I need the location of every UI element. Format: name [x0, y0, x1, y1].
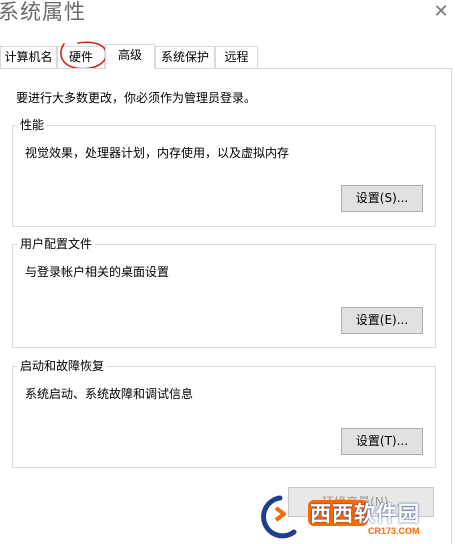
watermark-text: 西西软件园 [310, 502, 420, 526]
performance-settings-button[interactable]: 设置(S)... [341, 185, 423, 212]
tab-computer-name[interactable]: 计算机名 [0, 46, 57, 68]
user-profiles-description: 与登录帐户相关的桌面设置 [25, 265, 170, 279]
performance-label: 性能 [17, 117, 48, 133]
watermark-subtext: CR173.COM [368, 526, 420, 536]
performance-description: 视觉效果，处理器计划，内存使用，以及虚拟内存 [25, 146, 290, 160]
watermark-logo-icon [259, 493, 299, 540]
tab-advanced[interactable]: 高级 [105, 44, 155, 69]
tab-remote[interactable]: 远程 [215, 46, 258, 68]
admin-note: 要进行大多数更改，你必须作为管理员登录。 [16, 91, 257, 105]
watermark: 西西软件园 CR173.COM [250, 492, 450, 540]
close-icon[interactable]: ✕ [432, 3, 450, 21]
startup-recovery-settings-button[interactable]: 设置(T)... [341, 428, 423, 455]
startup-recovery-group: 启动和故障恢复 系统启动、系统故障和调试信息 设置(T)... [12, 358, 436, 468]
window-title: 系统属性 [0, 0, 86, 24]
annotation-circle [60, 41, 107, 70]
performance-group: 性能 视觉效果，处理器计划，内存使用，以及虚拟内存 设置(S)... [12, 117, 436, 227]
startup-recovery-description: 系统启动、系统故障和调试信息 [25, 387, 194, 401]
user-profiles-settings-button[interactable]: 设置(E)... [341, 307, 423, 334]
user-profiles-group: 用户配置文件 与登录帐户相关的桌面设置 设置(E)... [12, 236, 436, 348]
user-profiles-label: 用户配置文件 [17, 236, 96, 252]
startup-recovery-label: 启动和故障恢复 [17, 358, 108, 374]
tab-system-protection[interactable]: 系统保护 [155, 46, 215, 68]
